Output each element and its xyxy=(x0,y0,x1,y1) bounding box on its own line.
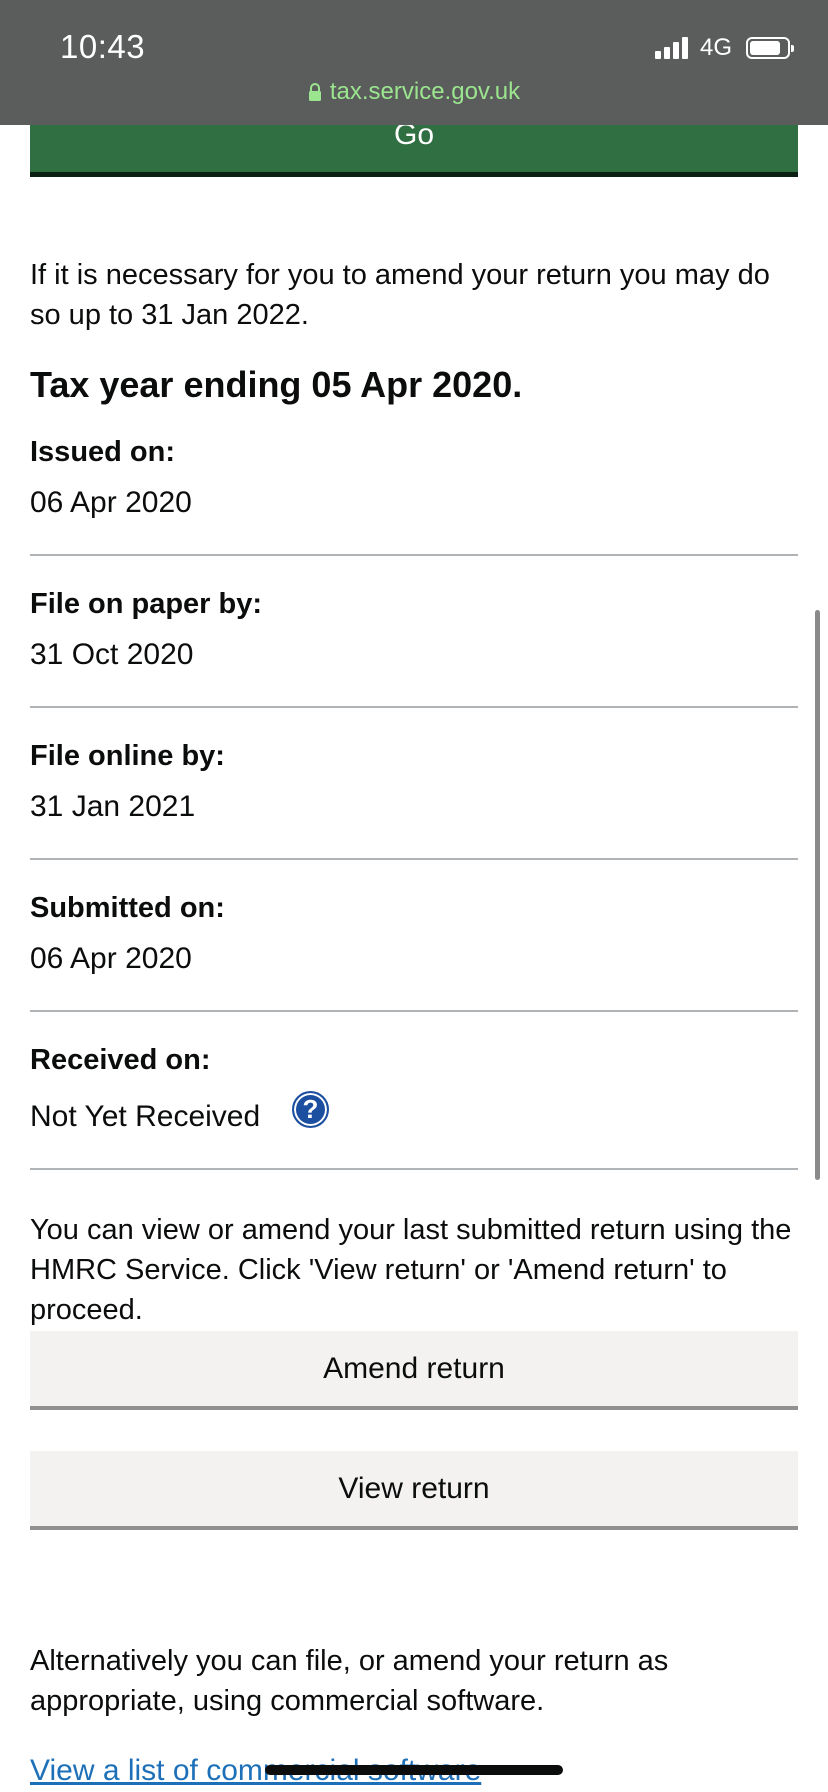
file-on-paper-label: File on paper by: xyxy=(30,588,263,620)
received-on-value: Not Yet Received xyxy=(30,1100,261,1133)
divider xyxy=(30,858,798,860)
commercial-software-text: Alternatively you can file, or amend you… xyxy=(30,1645,669,1717)
amend-return-button[interactable]: Amend return xyxy=(30,1331,798,1410)
issued-on-value: 06 Apr 2020 xyxy=(30,486,192,519)
url-bar[interactable]: tax.service.gov.uk xyxy=(0,78,828,106)
view-return-button[interactable]: View return xyxy=(30,1451,798,1530)
amend-deadline-text: If it is necessary for you to amend your… xyxy=(30,259,770,331)
status-time: 10:43 xyxy=(60,28,146,65)
status-bar: 10:43 4G tax.service.gov.uk xyxy=(0,0,828,125)
file-online-value: 31 Jan 2021 xyxy=(30,790,196,823)
issued-on-label: Issued on: xyxy=(30,436,176,468)
home-indicator[interactable] xyxy=(265,1765,563,1775)
status-indicators: 4G xyxy=(654,34,794,62)
submitted-on-value: 06 Apr 2020 xyxy=(30,942,192,975)
hmrc-service-info-text: You can view or amend your last submitte… xyxy=(30,1214,792,1326)
divider xyxy=(30,554,798,556)
divider xyxy=(30,1010,798,1012)
lock-icon xyxy=(308,83,322,101)
file-online-label: File online by: xyxy=(30,740,225,772)
cellular-signal-icon xyxy=(654,37,688,59)
divider xyxy=(30,1168,798,1170)
battery-icon xyxy=(746,37,794,59)
url-text: tax.service.gov.uk xyxy=(329,78,521,105)
help-icon[interactable]: ? xyxy=(292,1091,329,1128)
network-type: 4G xyxy=(699,34,732,61)
tax-year-heading: Tax year ending 05 Apr 2020. xyxy=(30,364,523,405)
received-on-label: Received on: xyxy=(30,1044,211,1076)
submitted-on-label: Submitted on: xyxy=(30,892,225,924)
file-on-paper-value: 31 Oct 2020 xyxy=(30,638,194,671)
scrollbar[interactable] xyxy=(815,610,820,1180)
divider xyxy=(30,706,798,708)
